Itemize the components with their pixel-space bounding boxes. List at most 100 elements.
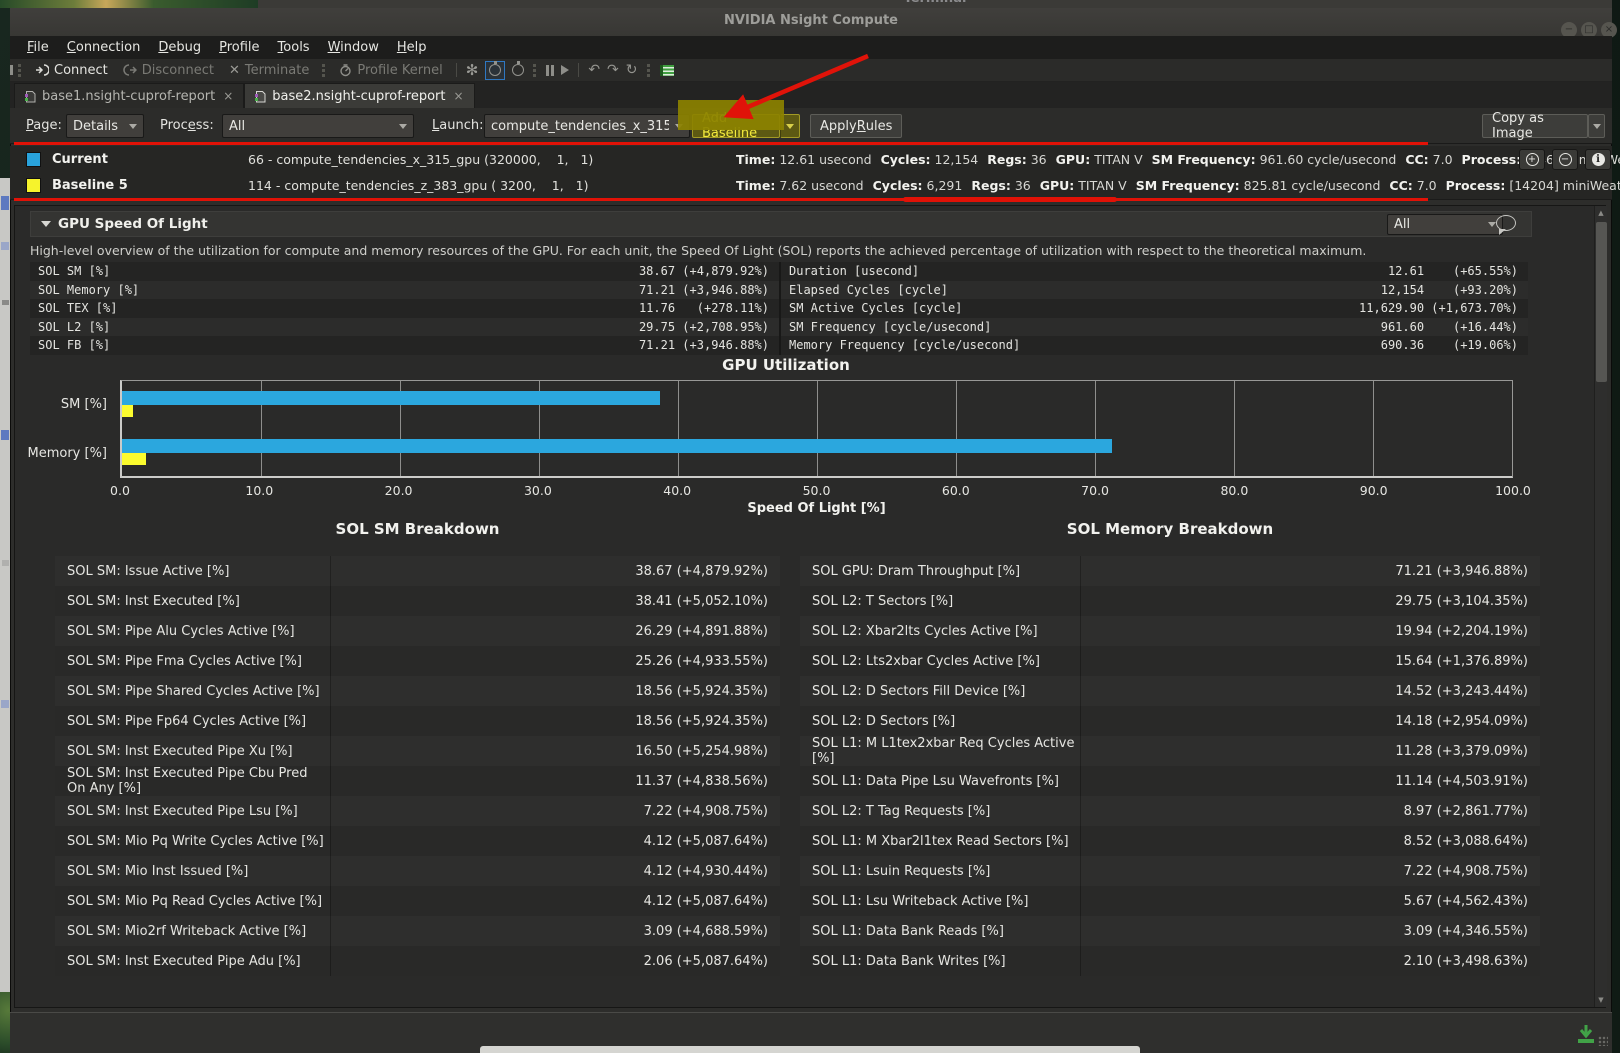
log-console-icon[interactable] [660, 65, 674, 76]
table-row[interactable]: SOL L2: T Sectors [%] 29.75 (+3,104.35%) [800, 586, 1540, 616]
x-tick-label: 30.0 [524, 483, 552, 498]
table-row[interactable]: SOL L2 [%] 29.75 (+2,708.95%) [30, 318, 779, 337]
freeze-api-icon[interactable]: ✻ [466, 64, 479, 77]
resume-icon[interactable]: ↷ [607, 63, 619, 77]
vertical-scrollbar[interactable]: ▲ ▼ [1594, 206, 1607, 1007]
chevron-down-icon [1488, 222, 1496, 227]
table-row[interactable]: SOL SM: Mio Pq Read Cycles Active [%] 4.… [55, 886, 780, 916]
kernel-stat: CC: 7.0 [1405, 152, 1452, 167]
add-baseline-menu-button[interactable] [780, 114, 800, 138]
process-select[interactable]: All [222, 114, 414, 138]
titlebar[interactable]: NVIDIA Nsight Compute − □ × [10, 8, 1612, 36]
tab-close-icon[interactable]: × [452, 89, 464, 103]
copy-as-image-menu-button[interactable] [1588, 114, 1605, 138]
resize-grip[interactable] [1598, 1036, 1608, 1046]
toolbar-grip[interactable] [18, 64, 22, 77]
table-row[interactable]: SOL L2: T Tag Requests [%] 8.97 (+2,861.… [800, 796, 1540, 826]
menu-item[interactable]: Help [388, 38, 436, 57]
pause-icon[interactable] [546, 65, 554, 76]
table-row[interactable]: SOL SM: Inst Executed Pipe Adu [%] 2.06 … [55, 946, 780, 976]
table-row[interactable]: SOL L1: Lsuin Requests [%] 7.22 (+4,908.… [800, 856, 1540, 886]
download-report-icon[interactable] [1574, 1024, 1598, 1046]
collapse-icon[interactable] [41, 221, 51, 227]
table-row[interactable]: SOL SM: Inst Executed Pipe Cbu Pred On A… [55, 766, 780, 796]
table-row[interactable]: SOL L1: Data Pipe Lsu Wavefronts [%] 11.… [800, 766, 1540, 796]
comment-bubble-icon[interactable] [1496, 215, 1516, 231]
table-row[interactable]: SOL GPU: Dram Throughput [%] 71.21 (+3,9… [800, 556, 1540, 586]
rerun-icon[interactable]: ↻ [626, 63, 638, 77]
connect-button[interactable]: Connect [31, 63, 112, 78]
add-baseline-button[interactable]: Add Baseline [692, 114, 780, 138]
bar-current[interactable] [122, 439, 1112, 453]
toolbar-grip[interactable] [647, 64, 651, 77]
profile-kernel-button[interactable]: Profile Kernel [335, 63, 446, 78]
zoom-in-button[interactable]: + [1519, 149, 1545, 170]
baseline5-kernel-row[interactable]: Baseline 5 114 - compute_tendencies_z_38… [14, 173, 1534, 199]
table-row[interactable]: SOL SM: Pipe Fp64 Cycles Active [%] 18.5… [55, 706, 780, 736]
table-row[interactable]: SOL L1: M L1tex2xbar Req Cycles Active [… [800, 736, 1540, 766]
table-row[interactable]: SOL TEX [%] 11.76 (+278.11%) [30, 299, 779, 318]
terminate-button[interactable]: ✕ Terminate [225, 63, 313, 78]
table-row[interactable]: SOL L1: Lsu Writeback Active [%] 5.67 (+… [800, 886, 1540, 916]
scroll-down-icon[interactable]: ▼ [1595, 993, 1607, 1007]
table-row[interactable]: SOL L2: Xbar2lts Cycles Active [%] 19.94… [800, 616, 1540, 646]
menu-item[interactable]: File [18, 38, 58, 57]
toolbar-grip[interactable] [322, 64, 326, 77]
launch-select[interactable]: compute_tendencies_x_315_gpu [484, 114, 690, 138]
bar-baseline[interactable] [122, 405, 133, 417]
table-row[interactable]: SOL SM: Mio2rf Writeback Active [%] 3.09… [55, 916, 780, 946]
table-row[interactable]: SOL SM: Pipe Shared Cycles Active [%] 18… [55, 676, 780, 706]
resume-back-icon[interactable]: ↶ [588, 63, 600, 77]
section-filter-select[interactable]: All [1387, 214, 1503, 235]
tab-base1-report[interactable]: base1.nsight-cuprof-report × [14, 83, 244, 108]
page-select[interactable]: Details [66, 114, 144, 138]
table-row[interactable]: SOL L2: D Sectors Fill Device [%] 14.52 … [800, 676, 1540, 706]
table-row[interactable]: SOL L2: D Sectors [%] 14.18 (+2,954.09%) [800, 706, 1540, 736]
tab-base2-report[interactable]: base2.nsight-cuprof-report × [244, 83, 474, 108]
table-row[interactable]: SOL SM: Inst Executed [%] 38.41 (+5,052.… [55, 586, 780, 616]
table-row[interactable]: SOL L2: Lts2xbar Cycles Active [%] 15.64… [800, 646, 1540, 676]
table-row[interactable]: SOL SM: Issue Active [%] 38.67 (+4,879.9… [55, 556, 780, 586]
scroll-up-icon[interactable]: ▲ [1595, 206, 1607, 220]
table-row[interactable]: SOL SM: Inst Executed Pipe Lsu [%] 7.22 … [55, 796, 780, 826]
table-row[interactable]: SOL FB [%] 71.21 (+3,946.88%) [30, 336, 779, 355]
table-row[interactable]: Duration [usecond] 12.61 (+65.55%) [781, 262, 1528, 281]
gpu-utilization-chart[interactable] [120, 380, 1513, 478]
section-header-gpu-sol[interactable]: GPU Speed Of Light All [30, 211, 1532, 237]
kernel-stat: GPU: TITAN V [1040, 178, 1127, 193]
copy-as-image-button[interactable]: Copy as Image [1482, 114, 1588, 138]
table-row[interactable]: SOL Memory [%] 71.21 (+3,946.88%) [30, 281, 779, 300]
tab-close-icon[interactable]: × [221, 89, 233, 103]
table-row[interactable]: SM Frequency [cycle/usecond] 961.60 (+16… [781, 318, 1528, 337]
menu-item[interactable]: Profile [210, 38, 268, 57]
table-row[interactable]: SOL L1: Data Bank Reads [%] 3.09 (+4,346… [800, 916, 1540, 946]
table-row[interactable]: SOL SM: Mio Pq Write Cycles Active [%] 4… [55, 826, 780, 856]
table-row[interactable]: Memory Frequency [cycle/usecond] 690.36 … [781, 336, 1528, 355]
menu-item[interactable]: Debug [149, 38, 210, 57]
bar-current[interactable] [122, 391, 660, 405]
table-row[interactable]: SOL SM [%] 38.67 (+4,879.92%) [30, 262, 779, 281]
disconnect-icon [123, 64, 137, 76]
menu-item[interactable]: Tools [269, 38, 319, 57]
disconnect-button[interactable]: Disconnect [119, 63, 218, 78]
bar-baseline[interactable] [122, 453, 146, 465]
clock-edit-icon[interactable] [512, 64, 524, 76]
table-row[interactable]: SOL SM: Pipe Fma Cycles Active [%] 25.26… [55, 646, 780, 676]
scrollbar-thumb[interactable] [1596, 222, 1607, 382]
table-row[interactable]: Elapsed Cycles [cycle] 12,154 (+93.20%) [781, 281, 1528, 300]
profiler-clock-active[interactable] [485, 61, 505, 80]
table-row[interactable]: SOL L1: M Xbar2l1tex Read Sectors [%] 8.… [800, 826, 1540, 856]
menu-item[interactable]: Window [319, 38, 388, 57]
apply-rules-button[interactable]: Apply Rules [810, 114, 902, 138]
step-icon[interactable] [561, 65, 569, 75]
current-kernel-row[interactable]: Current 66 - compute_tendencies_x_315_gp… [14, 147, 1534, 173]
table-row[interactable]: SOL SM: Inst Executed Pipe Xu [%] 16.50 … [55, 736, 780, 766]
table-row[interactable]: SOL SM: Pipe Alu Cycles Active [%] 26.29… [55, 616, 780, 646]
toolbar-grip[interactable] [533, 64, 537, 77]
table-row[interactable]: SM Active Cycles [cycle] 11,629.90 (+1,6… [781, 299, 1528, 318]
table-row[interactable]: SOL L1: Data Bank Writes [%] 2.10 (+3,49… [800, 946, 1540, 976]
menu-item[interactable]: Connection [58, 38, 150, 57]
table-row[interactable]: SOL SM: Mio Inst Issued [%] 4.12 (+4,930… [55, 856, 780, 886]
zoom-out-button[interactable]: − [1552, 149, 1578, 170]
info-button[interactable]: i [1585, 149, 1611, 170]
